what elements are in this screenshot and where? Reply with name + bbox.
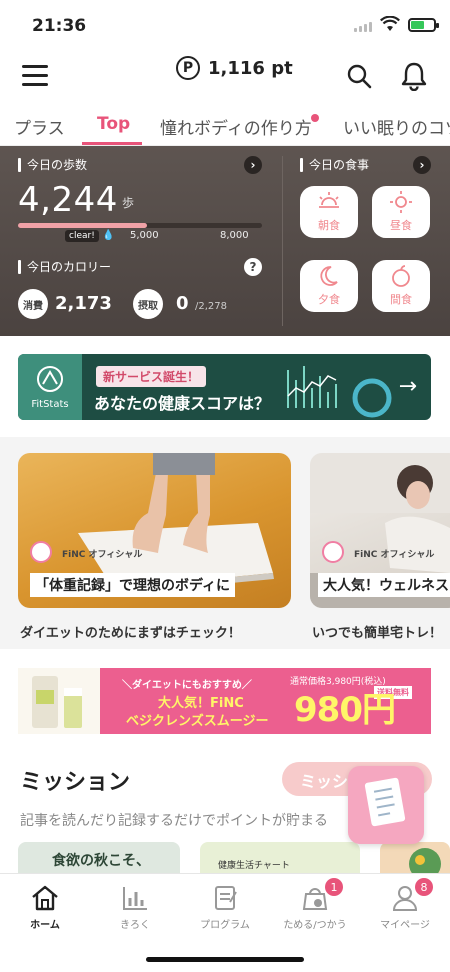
fitstats-logo-icon <box>37 366 63 392</box>
promo-product: ベジクレンズスムージー <box>126 714 269 729</box>
home-indicator <box>146 957 304 962</box>
article-caption: 「体重記録」で理想のボディに <box>30 573 236 597</box>
new-dot <box>311 114 319 122</box>
nav-home[interactable]: ホーム <box>0 874 90 938</box>
nav-points-badge: 1 <box>325 878 343 896</box>
panel-divider <box>282 156 283 326</box>
nav-mypage[interactable]: マイページ 8 <box>360 874 450 938</box>
home-icon <box>32 885 58 911</box>
promo-tagline: ＼ダイエットにもおすすめ／ <box>122 680 252 691</box>
article-author: FiNC オフィシャル <box>62 550 143 560</box>
dinner-button[interactable]: 夕食 <box>300 260 358 312</box>
finc-logo-icon <box>322 541 344 563</box>
promo-brand: 大人気！FiNC <box>158 696 244 711</box>
mission-card-2-text: 健康生活チャート <box>218 861 290 871</box>
sunrise-icon <box>319 192 339 208</box>
intake-target: /2,278 <box>195 301 227 312</box>
article-title-2[interactable]: いつでも簡単宅トレ！ <box>312 622 442 641</box>
mission-title: ミッション <box>20 770 131 795</box>
steps-progress-bar <box>18 223 262 228</box>
finc-logo-icon <box>30 541 52 563</box>
smoothie-promo-banner[interactable]: ＼ダイエットにもおすすめ／ 大人気！FiNC ベジクレンズスムージー 通常価格3… <box>18 668 431 734</box>
nav-points-label: ためる/つかう <box>283 920 347 931</box>
tab-plus[interactable]: プラス <box>14 114 65 139</box>
intake-label: 摂取 <box>133 289 163 319</box>
article-author: FiNC オフィシャル <box>354 550 435 560</box>
new-service-badge: 新サービス誕生！ <box>96 366 207 387</box>
status-time: 21:36 <box>32 16 87 36</box>
nav-program[interactable]: プログラム <box>180 874 270 938</box>
article-card-2[interactable]: FiNC オフィシャル 大人気！ウェルネス <box>310 453 450 608</box>
battery-icon <box>408 18 439 32</box>
intake-value: 0 <box>176 293 189 314</box>
points-icon: P <box>176 56 200 80</box>
burn-label: 消費 <box>18 289 48 319</box>
apple-icon <box>392 265 410 287</box>
arrow-right-icon: → <box>398 374 417 399</box>
steps-chevron-icon[interactable]: › <box>244 156 262 174</box>
nav-home-label: ホーム <box>30 920 60 931</box>
fitstats-logo: FitStats <box>18 354 82 420</box>
menu-icon[interactable] <box>22 65 48 87</box>
fitstats-headline: あなたの健康スコアは？ <box>94 394 271 413</box>
moon-icon <box>320 266 338 286</box>
status-bar: 21:36 <box>0 0 450 50</box>
tab-top[interactable]: Top <box>97 114 130 134</box>
mission-float-button[interactable] <box>348 766 424 844</box>
breakfast-button[interactable]: 朝食 <box>300 186 358 238</box>
bar-chart-icon <box>123 887 147 910</box>
mission-card-1-text: 食欲の秋こそ、 <box>52 853 150 869</box>
steps-unit: 歩 <box>122 196 135 210</box>
product-photo <box>18 668 100 734</box>
nav-mypage-label: マイページ <box>380 920 430 931</box>
tick-8000: 8,000 <box>220 230 249 241</box>
lunch-button[interactable]: 昼食 <box>372 186 430 238</box>
meal-chevron-icon[interactable]: › <box>413 156 431 174</box>
nav-points[interactable]: ためる/つかう 1 <box>270 874 360 938</box>
tick-5000: 5,000 <box>130 230 159 241</box>
meal-label: 今日の食事 <box>300 156 369 173</box>
points-display[interactable]: P 1,116 pt <box>176 54 293 82</box>
calorie-label: 今日のカロリー <box>18 258 111 275</box>
fitstats-banner[interactable]: FitStats 新サービス誕生！ あなたの健康スコアは？ → <box>18 354 431 420</box>
nav-record[interactable]: きろく <box>90 874 180 938</box>
program-icon <box>215 886 237 910</box>
tab-good-sleep[interactable]: いい眠りのコツ <box>343 114 450 139</box>
article-caption: 大人気！ウェルネス <box>318 573 450 597</box>
article-title-1[interactable]: ダイエットのためにまずはチェック！ <box>20 622 241 641</box>
dinner-label: 夕食 <box>318 293 340 306</box>
steps-value: 4,244 <box>18 180 118 220</box>
snack-button[interactable]: 間食 <box>372 260 430 312</box>
snack-label: 間食 <box>390 293 412 306</box>
drop-icon: 💧 <box>102 230 115 241</box>
active-tab-indicator <box>82 142 142 145</box>
points-value: 1,116 pt <box>208 57 293 79</box>
wifi-icon <box>380 16 400 31</box>
search-icon[interactable] <box>346 63 372 89</box>
smoothie-product-image <box>32 676 82 728</box>
bell-icon[interactable] <box>400 61 428 91</box>
clipboard-icon <box>364 777 406 827</box>
category-tabs: プラス Top 憧れボディの作り方 いい眠りのコツ <box>0 104 450 146</box>
app-header: P 1,116 pt <box>0 50 450 104</box>
clear-badge: clear! <box>65 230 99 242</box>
daily-stats-panel: 今日の歩数 › 4,244 歩 clear! 💧 5,000 8,000 今日の… <box>0 146 450 336</box>
article-card-1[interactable]: FiNC オフィシャル 「体重記録」で理想のボディに <box>18 453 291 608</box>
help-icon[interactable]: ? <box>244 258 262 276</box>
promo-price: 980円 <box>294 690 396 730</box>
signal-icon <box>354 22 372 32</box>
nav-mypage-badge: 8 <box>415 878 433 896</box>
tab-ideal-body[interactable]: 憧れボディの作り方 <box>160 114 312 139</box>
breakfast-label: 朝食 <box>318 219 340 232</box>
nav-record-label: きろく <box>120 920 150 931</box>
nav-program-label: プログラム <box>200 920 250 931</box>
lunch-label: 昼食 <box>390 219 412 232</box>
burn-value: 2,173 <box>55 293 112 314</box>
sun-icon <box>390 191 412 213</box>
score-graphic <box>287 366 392 418</box>
steps-label: 今日の歩数 <box>18 156 87 173</box>
fitstats-logo-text: FitStats <box>31 399 69 410</box>
